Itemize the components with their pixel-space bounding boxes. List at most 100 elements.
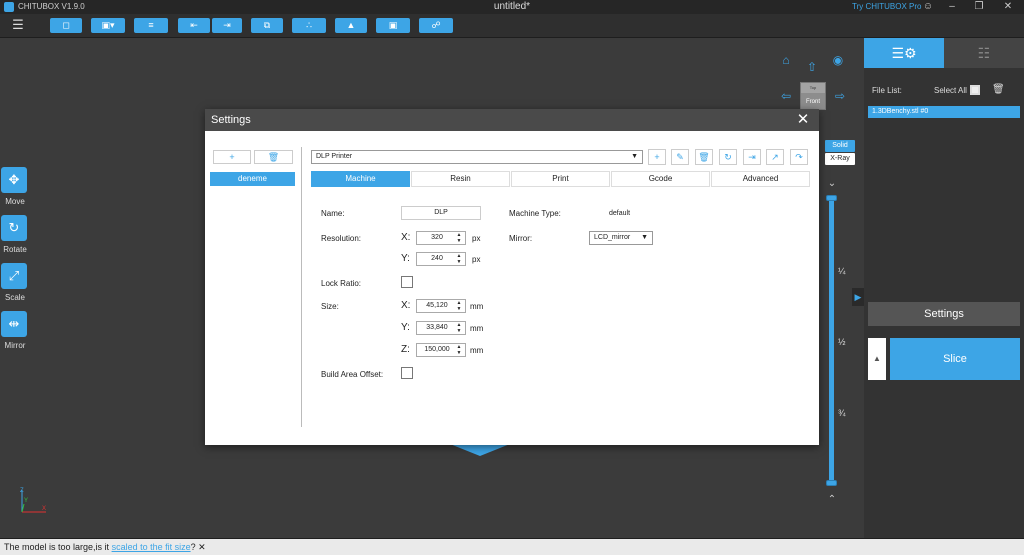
solid-view-button[interactable]: Solid — [825, 140, 855, 152]
status-close-icon[interactable]: ✕ — [198, 542, 206, 552]
home-view-icon[interactable]: ⌂ — [779, 53, 793, 67]
maximize-icon[interactable]: ❐ — [967, 0, 991, 14]
slice-button[interactable]: Slice — [890, 338, 1020, 380]
size-y-input[interactable]: 33,840 ▲ ▼ — [416, 321, 466, 335]
size-y-unit: mm — [470, 324, 484, 333]
save-button[interactable]: ▣▾ — [91, 18, 125, 33]
view-cube[interactable]: Top Front — [800, 82, 826, 110]
hollow-button[interactable]: ▣ — [376, 18, 410, 33]
resolution-y-input[interactable]: 240 ▲ ▼ — [416, 252, 466, 266]
expand-up-icon[interactable]: ▲ — [868, 338, 886, 380]
tab-gcode[interactable]: Gcode — [611, 171, 710, 187]
file-list-item[interactable]: 1.3DBenchy.stl #0 — [868, 106, 1020, 118]
spin-arrows-icon[interactable]: ▲ ▼ — [455, 344, 463, 356]
machine-type-value: default — [609, 210, 631, 217]
tab-resin[interactable]: Resin — [411, 171, 510, 187]
select-all-label: Select All — [934, 86, 967, 95]
add-file-icon: + — [229, 152, 235, 162]
layer-slider-top-handle[interactable] — [826, 195, 837, 201]
view-cube-top[interactable]: Top — [801, 83, 825, 93]
layer-slider-bottom-handle[interactable] — [826, 480, 837, 486]
build-area-offset-checkbox[interactable] — [401, 367, 413, 379]
spin-arrows-icon[interactable]: ▲ ▼ — [455, 322, 463, 334]
title-bar: CHITUBOX V1.9.0 untitled* Try CHITUBOX P… — [0, 0, 1024, 14]
refresh-icon: ↻ — [724, 152, 732, 162]
edit-printer-button[interactable]: ✎ — [671, 149, 689, 165]
profile-list-item[interactable]: deneme — [210, 172, 295, 186]
mirror-label: Mirror: — [509, 234, 533, 243]
user-icon[interactable]: ☺ — [916, 0, 940, 14]
resolution-x-input[interactable]: 320 ▲ ▼ — [416, 231, 466, 245]
select-all-checkbox[interactable] — [970, 85, 980, 95]
export-icon: ⇥ — [223, 20, 231, 30]
svg-text:Z: Z — [20, 488, 24, 494]
rotate-icon: ↻ — [8, 220, 20, 235]
settings-button[interactable]: Settings — [868, 302, 1020, 326]
tab-advanced[interactable]: Advanced — [711, 171, 810, 187]
add-profile-button[interactable]: + — [213, 150, 251, 164]
nodes-icon: ∴ — [306, 20, 312, 30]
supports-icon: ☷ — [977, 45, 991, 61]
refresh-printer-button[interactable]: ↻ — [719, 149, 737, 165]
rotate-up-icon[interactable]: ⇧ — [805, 60, 819, 74]
spin-arrows-icon[interactable]: ▲ ▼ — [455, 253, 463, 265]
size-y-label: Y: — [401, 322, 410, 333]
size-x-input[interactable]: 45,120 ▲ ▼ — [416, 299, 466, 313]
delete-printer-button[interactable]: 🗑 — [695, 149, 713, 165]
name-input[interactable]: DLP — [401, 206, 481, 220]
app-title: CHITUBOX V1.9.0 — [18, 2, 85, 11]
spin-arrows-icon[interactable]: ▲ ▼ — [455, 232, 463, 244]
chitubox-logo — [4, 2, 14, 12]
share-printer-button[interactable]: ↷ — [790, 149, 808, 165]
copy-button[interactable]: ⧉ — [251, 18, 283, 33]
size-z-input[interactable]: 150,000 ▲ ▼ — [416, 343, 466, 357]
tab-supports[interactable]: ☷ — [944, 38, 1024, 68]
xray-view-button[interactable]: X-Ray — [825, 153, 855, 165]
export-button[interactable]: ⇥ — [212, 18, 242, 33]
resolution-y-value: 240 — [431, 255, 443, 262]
spin-arrows-icon[interactable]: ▲ ▼ — [455, 300, 463, 312]
lock-button[interactable]: ☍ — [419, 18, 453, 33]
dialog-close-icon[interactable]: ✕ — [795, 111, 811, 129]
close-icon[interactable]: ✕ — [996, 0, 1020, 14]
rotate-tool-button[interactable]: ↻ — [1, 215, 27, 241]
trash-icon: 🗑 — [698, 152, 710, 162]
new-printer-button[interactable]: + — [648, 149, 666, 165]
rotate-left-icon[interactable]: ⇦ — [779, 89, 793, 103]
rotate-right-icon[interactable]: ⇨ — [833, 89, 847, 103]
mirror-select[interactable]: LCD_mirror ▼ — [589, 231, 653, 245]
import-printer-button[interactable]: ⇥ — [743, 149, 761, 165]
size-label: Size: — [321, 302, 339, 311]
size-x-label: X: — [401, 300, 411, 311]
nodes-button[interactable]: ∴ — [292, 18, 326, 33]
minimize-icon[interactable]: – — [940, 0, 964, 14]
open-folder-button[interactable]: ◻ — [50, 18, 82, 33]
scale-tool-button[interactable]: ⤢ — [1, 263, 27, 289]
move-tool-button[interactable]: ✥ — [1, 167, 27, 193]
layers-button[interactable]: ≡ — [134, 18, 168, 33]
tab-machine[interactable]: Machine — [311, 171, 410, 187]
mirror-tool-button[interactable]: ⇹ — [1, 311, 27, 337]
status-bar: The model is too large,is it scaled to t… — [0, 538, 1024, 555]
try-pro-link[interactable]: Try CHITUBOX Pro — [852, 2, 921, 11]
resolution-y-label: Y: — [401, 253, 410, 264]
view-cube-front[interactable]: Front — [801, 95, 825, 109]
collapse-panel-arrow-icon[interactable]: ▶ — [852, 288, 864, 306]
import-button[interactable]: ⇤ — [178, 18, 210, 33]
delete-file-icon[interactable]: 🗑 — [992, 84, 1005, 95]
export-printer-button[interactable]: ↗ — [766, 149, 784, 165]
layer-slider-track[interactable] — [829, 198, 834, 484]
printer-select[interactable]: DLP Printer ▼ — [311, 150, 643, 164]
chevron-up-icon[interactable]: ⌃ — [826, 494, 838, 505]
build-area-offset-label: Build Area Offset: — [321, 370, 384, 379]
tab-models[interactable]: ☰⚙ — [864, 38, 944, 68]
machine-type-label: Machine Type: — [509, 209, 561, 218]
tab-print[interactable]: Print — [511, 171, 610, 187]
visibility-eye-icon[interactable]: ◉ — [831, 53, 845, 67]
hamburger-menu-icon[interactable]: ☰ — [11, 18, 25, 32]
scale-to-fit-link[interactable]: scaled to the fit size — [112, 542, 191, 552]
delete-profile-button[interactable]: 🗑 — [254, 150, 293, 164]
lock-ratio-checkbox[interactable] — [401, 276, 413, 288]
chevron-down-icon[interactable]: ⌄ — [826, 178, 838, 189]
support-button[interactable]: ▲ — [335, 18, 367, 33]
